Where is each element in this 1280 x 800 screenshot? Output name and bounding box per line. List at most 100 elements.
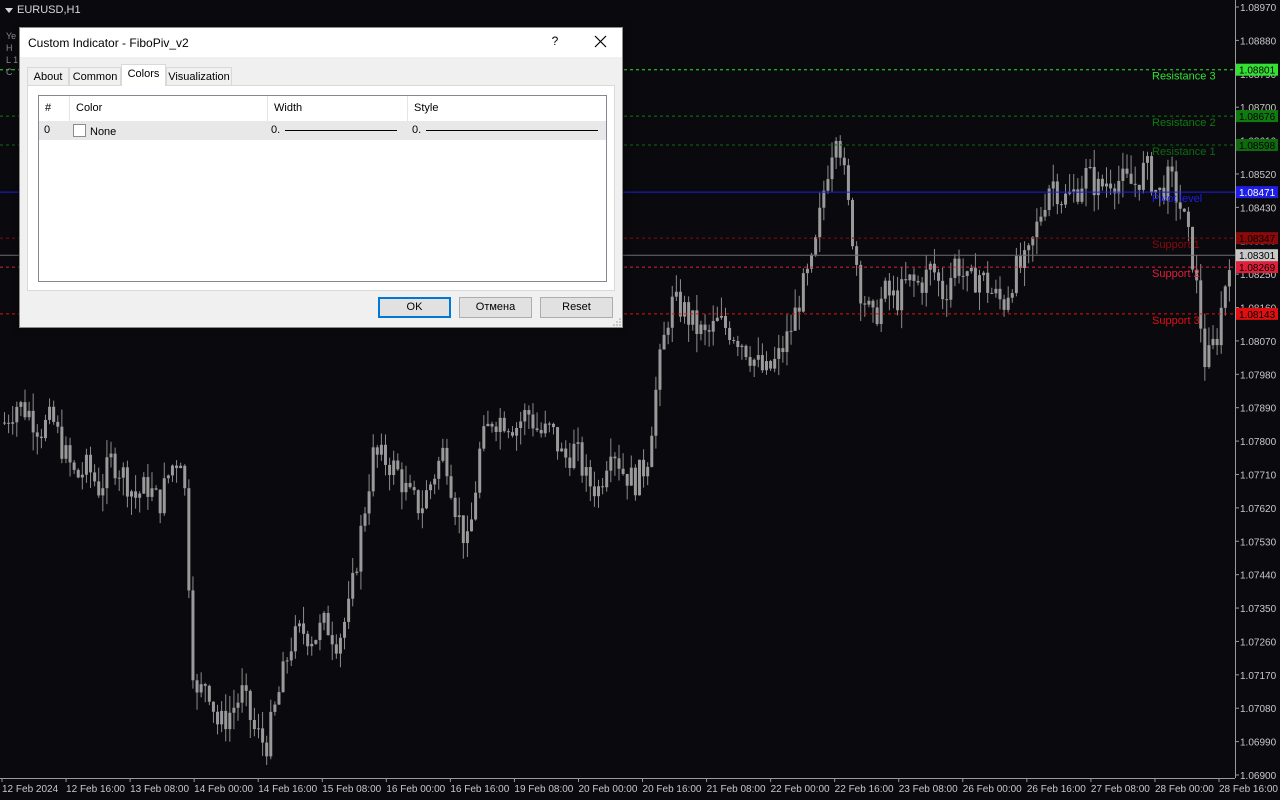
candle-body <box>412 487 416 491</box>
candle-body <box>871 300 875 308</box>
candle-body <box>883 280 887 299</box>
candle-body <box>830 157 834 180</box>
candle-body <box>383 444 387 465</box>
candle-body <box>166 475 170 479</box>
candle-body <box>256 728 260 730</box>
candle-body <box>650 435 654 467</box>
candle-body <box>269 711 273 757</box>
candle-body <box>441 447 445 461</box>
candle-body <box>1076 189 1080 202</box>
candle-body <box>715 317 719 321</box>
pivot-level-label: Resistance 2 <box>1152 117 1216 129</box>
help-button[interactable]: ? <box>547 34 563 50</box>
time-tick-label: 21 Feb 08:00 <box>707 784 766 795</box>
candle-body <box>457 515 461 518</box>
candle-body <box>1121 168 1125 181</box>
close-icon <box>594 35 607 48</box>
candle-body <box>756 355 760 360</box>
cancel-button[interactable]: Отмена <box>459 297 532 318</box>
candle-body <box>838 140 842 158</box>
candle-body <box>326 612 330 636</box>
dropdown-triangle-icon[interactable] <box>5 7 13 13</box>
candle-body <box>969 267 973 272</box>
candle-body <box>1182 208 1186 212</box>
candle-body <box>285 660 289 662</box>
candle-body <box>764 361 768 371</box>
candle-body <box>597 486 601 497</box>
candle-body <box>900 279 904 311</box>
dialog-titlebar[interactable]: Custom Indicator - FiboPiv_v2 ? <box>20 28 622 57</box>
candle-body <box>953 258 957 278</box>
candle-body <box>752 359 756 366</box>
price-tick-label: 1.07620 <box>1240 504 1277 515</box>
info-label: L 1 <box>6 55 19 65</box>
reset-button[interactable]: Reset <box>540 297 613 318</box>
candle-body <box>646 466 650 477</box>
candle-body <box>506 431 510 433</box>
tab-common[interactable]: Common <box>69 67 121 85</box>
column-header-index[interactable]: # <box>39 96 70 121</box>
tab-about[interactable]: About <box>27 67 69 85</box>
candle-body <box>547 423 551 425</box>
tab-colors[interactable]: Colors <box>121 64 166 86</box>
time-tick-label: 26 Feb 16:00 <box>1027 784 1086 795</box>
close-button[interactable] <box>592 33 610 51</box>
candle-body <box>84 454 88 475</box>
style-cell[interactable]: 0. <box>412 121 602 140</box>
time-tick-label: 28 Feb 00:00 <box>1155 784 1214 795</box>
candle-body <box>27 410 31 418</box>
candle-body <box>183 465 187 489</box>
candle-body <box>1051 181 1055 189</box>
candle-body <box>408 482 412 488</box>
candle-body <box>35 432 39 437</box>
candle-body <box>965 271 969 276</box>
candle-body <box>162 478 166 514</box>
candle-body <box>674 291 678 297</box>
candle-body <box>617 458 621 469</box>
candle-body <box>711 320 715 332</box>
candle-body <box>777 348 781 359</box>
column-header-color[interactable]: Color <box>70 96 268 121</box>
candle-body <box>142 477 146 494</box>
table-row[interactable]: 0 None 0. 0. <box>39 121 606 140</box>
candle-body <box>236 702 240 708</box>
candle-body <box>1105 183 1109 187</box>
time-tick-label: 15 Feb 08:00 <box>322 784 381 795</box>
column-header-width[interactable]: Width <box>268 96 408 121</box>
candle-body <box>1117 180 1121 194</box>
candle-body <box>220 710 224 725</box>
candle-body <box>605 470 609 488</box>
candle-body <box>543 423 547 434</box>
style-line-preview <box>426 130 598 131</box>
candle-body <box>289 651 293 661</box>
candle-body <box>691 310 695 325</box>
candle-body <box>625 474 629 486</box>
candle-body <box>388 464 392 476</box>
ok-button[interactable]: OK <box>378 297 451 318</box>
candle-body <box>801 273 805 312</box>
candle-body <box>576 442 580 444</box>
candle-body <box>494 426 498 432</box>
candle-body <box>1027 245 1031 251</box>
candle-body <box>363 513 367 526</box>
resize-grip-icon[interactable] <box>613 318 621 326</box>
candle-body <box>515 427 519 436</box>
candle-body <box>760 355 764 371</box>
candle-body <box>961 275 965 277</box>
tab-visualization[interactable]: Visualization <box>166 67 232 85</box>
price-tick-label: 1.08070 <box>1240 337 1277 348</box>
candle-body <box>1125 168 1129 174</box>
candle-body <box>740 345 744 348</box>
candle-body <box>449 476 453 498</box>
candle-body <box>1018 256 1022 268</box>
candle-body <box>261 728 265 743</box>
candle-body <box>392 460 396 476</box>
color-cell[interactable]: None <box>73 121 116 140</box>
width-cell[interactable]: 0. <box>271 121 401 140</box>
column-header-style[interactable]: Style <box>408 96 606 121</box>
candle-body <box>978 275 982 293</box>
candle-body <box>89 454 93 473</box>
candle-body <box>728 327 732 341</box>
candle-body <box>150 488 154 497</box>
candle-body <box>232 707 236 713</box>
